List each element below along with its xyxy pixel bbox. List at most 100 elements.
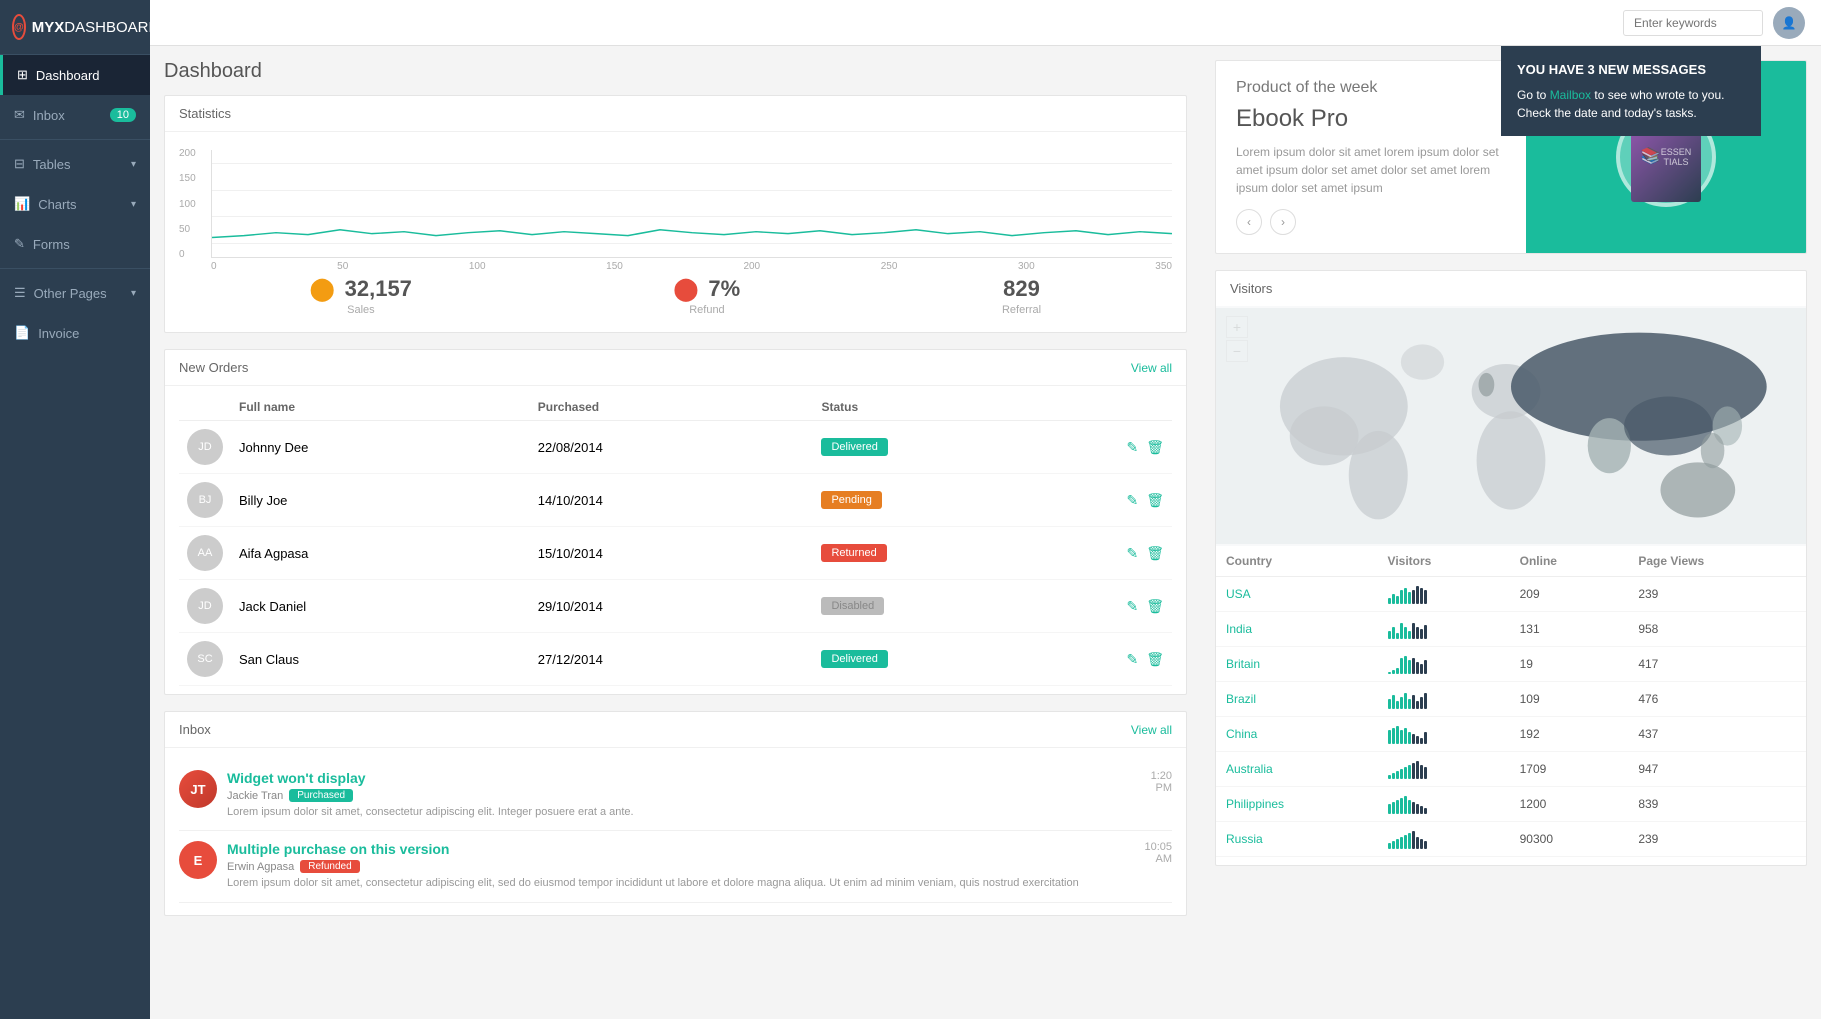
visitor-pageviews: 239 bbox=[1628, 822, 1806, 857]
sidebar-item-tables[interactable]: ⊟ Tables ▾ bbox=[0, 144, 150, 184]
mini-bar bbox=[1388, 775, 1391, 779]
mini-bar bbox=[1416, 837, 1419, 849]
inbox-tag: Refunded bbox=[300, 860, 359, 873]
visitors-header: Visitors bbox=[1216, 271, 1806, 306]
avatar: BJ bbox=[187, 482, 223, 518]
order-status: Delivered bbox=[813, 633, 1102, 686]
visitors-col-pageviews: Page Views bbox=[1628, 546, 1806, 577]
order-date: 27/12/2014 bbox=[530, 633, 814, 686]
mini-bar bbox=[1392, 841, 1395, 849]
delete-icon[interactable]: 🗑 bbox=[1146, 545, 1164, 562]
mini-bar bbox=[1400, 837, 1403, 849]
sidebar: @ MYXDASHBOARD ⊞ Dashboard ✉ Inbox 10 ⊟ … bbox=[0, 0, 150, 1019]
avatar: AA bbox=[187, 535, 223, 571]
mini-bar bbox=[1424, 767, 1427, 779]
table-row: China 192 437 bbox=[1216, 717, 1806, 752]
product-prev-button[interactable]: ‹ bbox=[1236, 209, 1262, 235]
visitor-online: 109 bbox=[1510, 682, 1629, 717]
table-row: Philippines 1200 839 bbox=[1216, 787, 1806, 822]
app-logo[interactable]: @ MYXDASHBOARD bbox=[0, 0, 150, 55]
order-status: Disabled bbox=[813, 580, 1102, 633]
order-actions: ✎ 🗑 bbox=[1102, 527, 1172, 580]
edit-icon[interactable]: ✎ bbox=[1126, 439, 1138, 456]
delete-icon[interactable]: 🗑 bbox=[1146, 598, 1164, 615]
mini-bar bbox=[1400, 658, 1403, 674]
table-row: JD Jack Daniel 29/10/2014 Disabled ✎ 🗑 bbox=[179, 580, 1172, 633]
edit-icon[interactable]: ✎ bbox=[1126, 545, 1138, 562]
page-title: Dashboard bbox=[164, 60, 1187, 83]
tables-arrow-icon: ▾ bbox=[131, 159, 136, 170]
visitor-pageviews: 476 bbox=[1628, 682, 1806, 717]
mini-bar bbox=[1392, 594, 1395, 604]
inbox-subject[interactable]: Widget won't display bbox=[227, 770, 1141, 786]
inbox-time: 10:05AM bbox=[1144, 841, 1172, 891]
visitor-bars bbox=[1378, 577, 1510, 612]
visitors-table-body: USA 209 239 India 131 958 Britain 19 417… bbox=[1216, 577, 1806, 857]
chart-y-labels: 200 150 100 50 0 bbox=[179, 144, 196, 264]
app-name: MYXDASHBOARD bbox=[32, 19, 160, 36]
order-actions: ✎ 🗑 bbox=[1102, 474, 1172, 527]
visitors-col-visitors: Visitors bbox=[1378, 546, 1510, 577]
mini-bar bbox=[1396, 726, 1399, 744]
avatar: JD bbox=[187, 429, 223, 465]
edit-icon[interactable]: ✎ bbox=[1126, 492, 1138, 509]
edit-icon[interactable]: ✎ bbox=[1126, 598, 1138, 615]
visitor-bars bbox=[1378, 647, 1510, 682]
mini-bar bbox=[1412, 658, 1415, 674]
visitor-online: 1200 bbox=[1510, 787, 1629, 822]
sidebar-item-other-pages[interactable]: ☰ Other Pages ▾ bbox=[0, 273, 150, 313]
content-area: Dashboard Statistics 200 150 100 50 0 bbox=[150, 46, 1821, 1019]
visitor-pageviews: 947 bbox=[1628, 752, 1806, 787]
sidebar-item-charts[interactable]: 📊 Charts ▾ bbox=[0, 184, 150, 224]
sidebar-item-dashboard[interactable]: ⊞ Dashboard bbox=[0, 55, 150, 95]
delete-icon[interactable]: 🗑 bbox=[1146, 492, 1164, 509]
visitor-online: 192 bbox=[1510, 717, 1629, 752]
sidebar-item-forms[interactable]: ✎ Forms bbox=[0, 224, 150, 264]
inbox-subject[interactable]: Multiple purchase on this version bbox=[227, 841, 1134, 857]
order-date: 22/08/2014 bbox=[530, 421, 814, 474]
sidebar-item-invoice[interactable]: 📄 Invoice bbox=[0, 313, 150, 353]
sidebar-item-inbox[interactable]: ✉ Inbox 10 bbox=[0, 95, 150, 135]
chart-icon: 📊 bbox=[14, 196, 30, 212]
visitor-pageviews: 417 bbox=[1628, 647, 1806, 682]
col-purchased: Purchased bbox=[530, 394, 814, 421]
order-status: Returned bbox=[813, 527, 1102, 580]
inbox-message-content: Widget won't display Jackie Tran Purchas… bbox=[227, 770, 1141, 820]
edit-icon[interactable]: ✎ bbox=[1126, 651, 1138, 668]
delete-icon[interactable]: 🗑 bbox=[1146, 439, 1164, 456]
mailbox-link[interactable]: Mailbox bbox=[1550, 88, 1591, 102]
avatar-cell: JD bbox=[179, 421, 231, 474]
new-orders-view-all[interactable]: View all bbox=[1131, 361, 1172, 375]
mini-bar bbox=[1408, 699, 1411, 709]
visitors-table-header: Country Visitors Online Page Views bbox=[1216, 546, 1806, 577]
search-input[interactable] bbox=[1623, 10, 1763, 36]
visitor-country: China bbox=[1216, 717, 1378, 752]
product-week-label: Product of the week bbox=[1236, 79, 1506, 97]
inbox-preview: Lorem ipsum dolor sit amet, consectetur … bbox=[227, 876, 1134, 891]
mini-bar bbox=[1416, 701, 1419, 709]
inbox-view-all[interactable]: View all bbox=[1131, 723, 1172, 737]
mini-bar bbox=[1408, 833, 1411, 849]
mini-bar bbox=[1424, 625, 1427, 639]
form-icon: ✎ bbox=[14, 236, 25, 252]
visitor-bars bbox=[1378, 612, 1510, 647]
inbox-avatar: E bbox=[179, 841, 217, 879]
table-row: Britain 19 417 bbox=[1216, 647, 1806, 682]
visitor-online: 19 bbox=[1510, 647, 1629, 682]
visitor-country: USA bbox=[1216, 577, 1378, 612]
mini-bar bbox=[1420, 738, 1423, 744]
avatar-cell: BJ bbox=[179, 474, 231, 527]
avatar[interactable]: 👤 bbox=[1773, 7, 1805, 39]
inbox-preview: Lorem ipsum dolor sit amet, consectetur … bbox=[227, 805, 1141, 820]
product-next-button[interactable]: › bbox=[1270, 209, 1296, 235]
mini-bar bbox=[1396, 771, 1399, 779]
mini-bar bbox=[1424, 590, 1427, 604]
order-date: 29/10/2014 bbox=[530, 580, 814, 633]
sidebar-divider-1 bbox=[0, 139, 150, 140]
delete-icon[interactable]: 🗑 bbox=[1146, 651, 1164, 668]
chart-container: 200 150 100 50 0 bbox=[179, 144, 1172, 264]
main-content: 👤 YOU HAVE 3 NEW MESSAGES Go to Mailbox … bbox=[150, 0, 1821, 1019]
order-actions: ✎ 🗑 bbox=[1102, 580, 1172, 633]
mini-bar bbox=[1412, 831, 1415, 849]
mini-bar bbox=[1420, 629, 1423, 639]
